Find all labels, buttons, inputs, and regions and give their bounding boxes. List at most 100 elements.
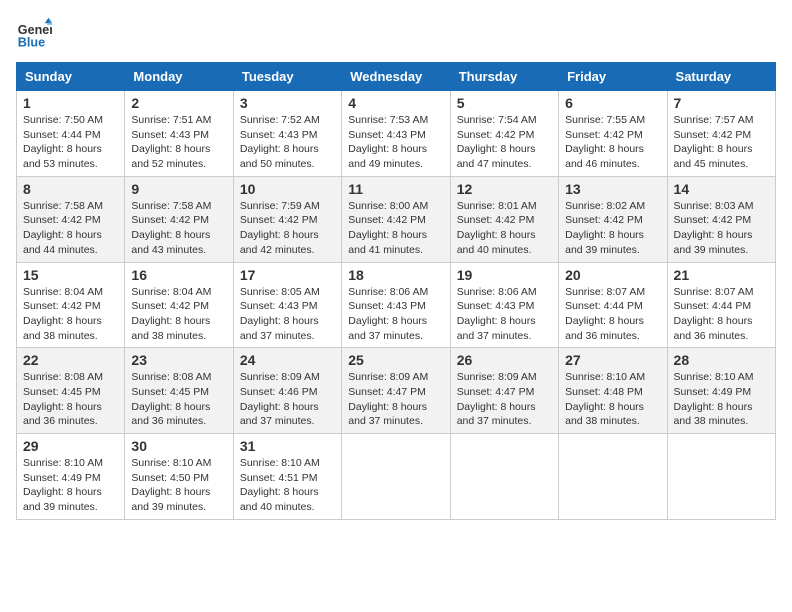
calendar-cell: [667, 434, 775, 520]
day-info: Sunrise: 7:51 AMSunset: 4:43 PMDaylight:…: [131, 113, 226, 172]
day-info: Sunrise: 7:58 AMSunset: 4:42 PMDaylight:…: [131, 199, 226, 258]
calendar-table: SundayMondayTuesdayWednesdayThursdayFrid…: [16, 62, 776, 520]
calendar-cell: 19 Sunrise: 8:06 AMSunset: 4:43 PMDayligh…: [450, 262, 558, 348]
day-info: Sunrise: 8:09 AMSunset: 4:47 PMDaylight:…: [457, 370, 552, 429]
day-number: 25: [348, 352, 443, 368]
calendar-cell: 24Sunrise: 8:09 AMSunset: 4:46 PMDayligh…: [233, 348, 341, 434]
day-number: 1: [23, 95, 118, 111]
day-number: 8: [23, 181, 118, 197]
week-row-5: 29 Sunrise: 8:10 AMSunset: 4:49 PMDayligh…: [17, 434, 776, 520]
calendar-cell: 26 Sunrise: 8:09 AMSunset: 4:47 PMDayligh…: [450, 348, 558, 434]
day-info: Sunrise: 8:06 AMSunset: 4:43 PMDaylight:…: [457, 285, 552, 344]
calendar-cell: 16 Sunrise: 8:04 AMSunset: 4:42 PMDayligh…: [125, 262, 233, 348]
day-number: 23: [131, 352, 226, 368]
logo-icon: General Blue: [16, 16, 52, 52]
day-info: Sunrise: 7:55 AMSunset: 4:42 PMDaylight:…: [565, 113, 660, 172]
calendar-cell: 4 Sunrise: 7:53 AMSunset: 4:43 PMDaylight…: [342, 91, 450, 177]
day-number: 22: [23, 352, 118, 368]
day-number: 29: [23, 438, 118, 454]
day-number: 31: [240, 438, 335, 454]
week-row-3: 15 Sunrise: 8:04 AMSunset: 4:42 PMDayligh…: [17, 262, 776, 348]
day-number: 17: [240, 267, 335, 283]
day-info: Sunrise: 8:07 AMSunset: 4:44 PMDaylight:…: [674, 285, 769, 344]
day-info: Sunrise: 7:58 AMSunset: 4:42 PMDaylight:…: [23, 199, 118, 258]
day-info: Sunrise: 8:07 AMSunset: 4:44 PMDaylight:…: [565, 285, 660, 344]
day-number: 15: [23, 267, 118, 283]
day-number: 16: [131, 267, 226, 283]
day-number: 7: [674, 95, 769, 111]
day-number: 21: [674, 267, 769, 283]
calendar-cell: 10Sunrise: 7:59 AMSunset: 4:42 PMDayligh…: [233, 176, 341, 262]
day-info: Sunrise: 7:50 AMSunset: 4:44 PMDaylight:…: [23, 113, 118, 172]
day-info: Sunrise: 8:08 AMSunset: 4:45 PMDaylight:…: [131, 370, 226, 429]
calendar-cell: 28 Sunrise: 8:10 AMSunset: 4:49 PMDayligh…: [667, 348, 775, 434]
calendar-cell: 1 Sunrise: 7:50 AMSunset: 4:44 PMDaylight…: [17, 91, 125, 177]
day-number: 28: [674, 352, 769, 368]
calendar-cell: 17Sunrise: 8:05 AMSunset: 4:43 PMDayligh…: [233, 262, 341, 348]
calendar-cell: 18Sunrise: 8:06 AMSunset: 4:43 PMDayligh…: [342, 262, 450, 348]
calendar-cell: 15 Sunrise: 8:04 AMSunset: 4:42 PMDayligh…: [17, 262, 125, 348]
day-number: 12: [457, 181, 552, 197]
weekday-tuesday: Tuesday: [233, 63, 341, 91]
day-number: 27: [565, 352, 660, 368]
calendar-cell: 27 Sunrise: 8:10 AMSunset: 4:48 PMDayligh…: [559, 348, 667, 434]
day-info: Sunrise: 8:10 AMSunset: 4:51 PMDaylight:…: [240, 456, 335, 515]
calendar-cell: 20 Sunrise: 8:07 AMSunset: 4:44 PMDayligh…: [559, 262, 667, 348]
day-number: 11: [348, 181, 443, 197]
day-info: Sunrise: 8:04 AMSunset: 4:42 PMDaylight:…: [131, 285, 226, 344]
calendar-cell: 8 Sunrise: 7:58 AMSunset: 4:42 PMDaylight…: [17, 176, 125, 262]
weekday-wednesday: Wednesday: [342, 63, 450, 91]
weekday-monday: Monday: [125, 63, 233, 91]
week-row-2: 8 Sunrise: 7:58 AMSunset: 4:42 PMDaylight…: [17, 176, 776, 262]
weekday-saturday: Saturday: [667, 63, 775, 91]
calendar-cell: 5Sunrise: 7:54 AMSunset: 4:42 PMDaylight…: [450, 91, 558, 177]
calendar-cell: 12 Sunrise: 8:01 AMSunset: 4:42 PMDayligh…: [450, 176, 558, 262]
logo: General Blue: [16, 16, 58, 52]
day-info: Sunrise: 8:08 AMSunset: 4:45 PMDaylight:…: [23, 370, 118, 429]
calendar-cell: 9 Sunrise: 7:58 AMSunset: 4:42 PMDaylight…: [125, 176, 233, 262]
calendar-cell: 2 Sunrise: 7:51 AMSunset: 4:43 PMDaylight…: [125, 91, 233, 177]
calendar-cell: 21 Sunrise: 8:07 AMSunset: 4:44 PMDayligh…: [667, 262, 775, 348]
calendar-cell: 23 Sunrise: 8:08 AMSunset: 4:45 PMDayligh…: [125, 348, 233, 434]
calendar-cell: 25 Sunrise: 8:09 AMSunset: 4:47 PMDayligh…: [342, 348, 450, 434]
day-info: Sunrise: 8:06 AMSunset: 4:43 PMDaylight:…: [348, 285, 443, 344]
week-row-1: 1 Sunrise: 7:50 AMSunset: 4:44 PMDaylight…: [17, 91, 776, 177]
calendar-body: 1 Sunrise: 7:50 AMSunset: 4:44 PMDaylight…: [17, 91, 776, 520]
calendar-cell: 7 Sunrise: 7:57 AMSunset: 4:42 PMDaylight…: [667, 91, 775, 177]
weekday-thursday: Thursday: [450, 63, 558, 91]
day-number: 4: [348, 95, 443, 111]
day-info: Sunrise: 8:00 AMSunset: 4:42 PMDaylight:…: [348, 199, 443, 258]
day-info: Sunrise: 8:04 AMSunset: 4:42 PMDaylight:…: [23, 285, 118, 344]
day-number: 2: [131, 95, 226, 111]
day-number: 13: [565, 181, 660, 197]
day-info: Sunrise: 8:02 AMSunset: 4:42 PMDaylight:…: [565, 199, 660, 258]
day-info: Sunrise: 8:10 AMSunset: 4:49 PMDaylight:…: [674, 370, 769, 429]
day-number: 9: [131, 181, 226, 197]
calendar-cell: 14 Sunrise: 8:03 AMSunset: 4:42 PMDayligh…: [667, 176, 775, 262]
day-info: Sunrise: 7:53 AMSunset: 4:43 PMDaylight:…: [348, 113, 443, 172]
day-number: 20: [565, 267, 660, 283]
day-info: Sunrise: 8:09 AMSunset: 4:47 PMDaylight:…: [348, 370, 443, 429]
weekday-friday: Friday: [559, 63, 667, 91]
day-number: 3: [240, 95, 335, 111]
weekday-sunday: Sunday: [17, 63, 125, 91]
calendar-cell: [450, 434, 558, 520]
day-info: Sunrise: 8:01 AMSunset: 4:42 PMDaylight:…: [457, 199, 552, 258]
page-header: General Blue: [16, 16, 776, 52]
calendar-cell: 29 Sunrise: 8:10 AMSunset: 4:49 PMDayligh…: [17, 434, 125, 520]
day-number: 26: [457, 352, 552, 368]
weekday-header-row: SundayMondayTuesdayWednesdayThursdayFrid…: [17, 63, 776, 91]
day-info: Sunrise: 8:10 AMSunset: 4:50 PMDaylight:…: [131, 456, 226, 515]
calendar-cell: 6Sunrise: 7:55 AMSunset: 4:42 PMDaylight…: [559, 91, 667, 177]
calendar-cell: 22 Sunrise: 8:08 AMSunset: 4:45 PMDayligh…: [17, 348, 125, 434]
day-number: 24: [240, 352, 335, 368]
calendar-cell: 13 Sunrise: 8:02 AMSunset: 4:42 PMDayligh…: [559, 176, 667, 262]
svg-text:Blue: Blue: [18, 36, 45, 50]
day-number: 19: [457, 267, 552, 283]
day-info: Sunrise: 8:10 AMSunset: 4:48 PMDaylight:…: [565, 370, 660, 429]
day-info: Sunrise: 7:57 AMSunset: 4:42 PMDaylight:…: [674, 113, 769, 172]
day-info: Sunrise: 8:03 AMSunset: 4:42 PMDaylight:…: [674, 199, 769, 258]
day-info: Sunrise: 8:10 AMSunset: 4:49 PMDaylight:…: [23, 456, 118, 515]
day-info: Sunrise: 7:59 AMSunset: 4:42 PMDaylight:…: [240, 199, 335, 258]
day-number: 14: [674, 181, 769, 197]
